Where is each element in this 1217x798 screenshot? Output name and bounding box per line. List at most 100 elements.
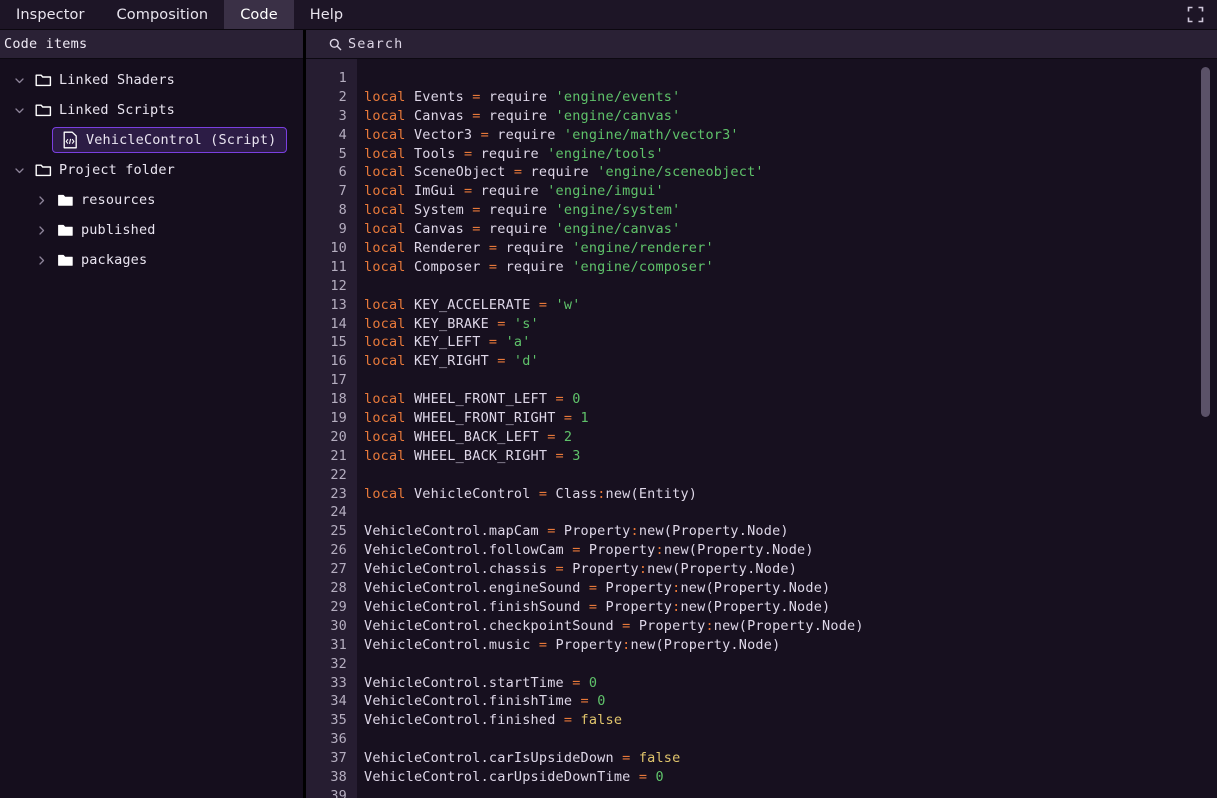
vertical-scrollbar-thumb[interactable] (1201, 67, 1210, 417)
token-id: System (406, 202, 473, 218)
token-id: VehicleControl.engineSound (364, 580, 589, 596)
code-line[interactable]: local ImGui = require 'engine/imgui' (364, 182, 1217, 201)
token-str: 'engine/math/vector3' (564, 127, 739, 143)
code-line[interactable]: local WHEEL_FRONT_LEFT = 0 (364, 390, 1217, 409)
code-line[interactable]: local WHEEL_FRONT_RIGHT = 1 (364, 409, 1217, 428)
code-line[interactable]: local WHEEL_BACK_RIGHT = 3 (364, 447, 1217, 466)
token-id (564, 391, 572, 407)
token-id: WHEEL_BACK_LEFT (406, 429, 548, 445)
token-id: Composer (406, 259, 489, 275)
tree-item-selected-highlight[interactable]: VehicleControl (Script) (52, 127, 287, 153)
tab-inspector[interactable]: Inspector (0, 0, 101, 29)
code-line[interactable]: VehicleControl.mapCam = Property:new(Pro… (364, 522, 1217, 541)
chevron-right-icon[interactable] (30, 255, 52, 266)
token-id: Renderer (406, 240, 489, 256)
tree-item-published[interactable]: published (0, 215, 303, 245)
code-line[interactable] (364, 503, 1217, 522)
token-op: = (556, 561, 564, 577)
code-line[interactable]: local Vector3 = require 'engine/math/vec… (364, 126, 1217, 145)
token-str: 'engine/composer' (572, 259, 714, 275)
chevron-down-icon[interactable] (8, 105, 30, 116)
code-line[interactable]: VehicleControl.finishTime = 0 (364, 692, 1217, 711)
code-line[interactable] (364, 466, 1217, 485)
tab-help[interactable]: Help (294, 0, 359, 29)
token-op: = (547, 429, 555, 445)
code-line[interactable]: local KEY_BRAKE = 's' (364, 315, 1217, 334)
chevron-right-icon[interactable] (30, 195, 52, 206)
token-op: = (572, 675, 580, 691)
tree-item-linked-shaders[interactable]: Linked Shaders (0, 65, 303, 95)
token-kw: local (364, 164, 406, 180)
tree-item-label: resources (78, 192, 156, 208)
tree-item-resources[interactable]: resources (0, 185, 303, 215)
line-number: 10 (306, 239, 357, 258)
code-line[interactable]: VehicleControl.carUpsideDownTime = 0 (364, 768, 1217, 787)
code-line[interactable] (364, 277, 1217, 296)
vertical-scrollbar[interactable] (1195, 59, 1217, 798)
code-items-sidebar: Code items Linked ShadersLinked ScriptsV… (0, 30, 303, 798)
editor-body: Code items Linked ShadersLinked ScriptsV… (0, 30, 1217, 798)
code-line[interactable]: local VehicleControl = Class:new(Entity) (364, 485, 1217, 504)
tree-item-linked-scripts[interactable]: Linked Scripts (0, 95, 303, 125)
code-line[interactable] (364, 730, 1217, 749)
tab-code[interactable]: Code (224, 0, 294, 29)
code-line[interactable]: local SceneObject = require 'engine/scen… (364, 163, 1217, 182)
tree-item-vehiclecontrol-script[interactable]: VehicleControl (Script) (0, 125, 303, 155)
folder-open-icon (30, 163, 56, 177)
token-id: Tools (406, 146, 464, 162)
code-text[interactable]: local Events = require 'engine/events'lo… (357, 59, 1217, 798)
token-str: 'w' (556, 297, 581, 313)
token-id: require (481, 89, 556, 105)
chevron-down-icon[interactable] (8, 75, 30, 86)
code-line[interactable]: VehicleControl.engineSound = Property:ne… (364, 579, 1217, 598)
code-line[interactable]: VehicleControl.chassis = Property:new(Pr… (364, 560, 1217, 579)
token-op: : (631, 523, 639, 539)
token-id: require (497, 259, 572, 275)
code-line[interactable]: VehicleControl.followCam = Property:new(… (364, 541, 1217, 560)
code-line[interactable]: VehicleControl.finishSound = Property:ne… (364, 598, 1217, 617)
code-line[interactable]: local Renderer = require 'engine/rendere… (364, 239, 1217, 258)
line-number: 21 (306, 447, 357, 466)
code-line[interactable]: local Composer = require 'engine/compose… (364, 258, 1217, 277)
token-str: 'engine/canvas' (556, 108, 681, 124)
tab-composition[interactable]: Composition (101, 0, 225, 29)
chevron-right-icon[interactable] (30, 225, 52, 236)
code-line[interactable]: local KEY_LEFT = 'a' (364, 333, 1217, 352)
code-line[interactable] (364, 69, 1217, 88)
line-number: 4 (306, 126, 357, 145)
code-scroll-area[interactable]: 1234567891011121314151617181920212223242… (306, 59, 1217, 798)
search-bar[interactable] (306, 30, 1217, 59)
token-id: ImGui (406, 183, 464, 199)
code-line[interactable]: local Canvas = require 'engine/canvas' (364, 220, 1217, 239)
code-line[interactable]: VehicleControl.finished = false (364, 711, 1217, 730)
tree-item-project-folder[interactable]: Project folder (0, 155, 303, 185)
code-line[interactable]: local Events = require 'engine/events' (364, 88, 1217, 107)
line-number: 34 (306, 692, 357, 711)
code-line[interactable]: local Tools = require 'engine/tools' (364, 145, 1217, 164)
token-op: = (556, 391, 564, 407)
fullscreen-expand-button[interactable] (1173, 0, 1217, 29)
token-str: 's' (514, 316, 539, 332)
tree-item-packages[interactable]: packages (0, 245, 303, 275)
code-line[interactable]: local System = require 'engine/system' (364, 201, 1217, 220)
code-line[interactable]: VehicleControl.carIsUpsideDown = false (364, 749, 1217, 768)
token-str: 'a' (506, 334, 531, 350)
token-id: new(Property.Node) (647, 561, 797, 577)
code-line[interactable]: local Canvas = require 'engine/canvas' (364, 107, 1217, 126)
code-line[interactable]: local KEY_RIGHT = 'd' (364, 352, 1217, 371)
chevron-down-icon[interactable] (8, 165, 30, 176)
code-line[interactable]: VehicleControl.startTime = 0 (364, 674, 1217, 693)
token-str: 'engine/renderer' (572, 240, 714, 256)
token-str: 'engine/canvas' (556, 221, 681, 237)
code-line[interactable] (364, 655, 1217, 674)
code-line[interactable]: local WHEEL_BACK_LEFT = 2 (364, 428, 1217, 447)
token-kw: local (364, 127, 406, 143)
code-line[interactable]: local KEY_ACCELERATE = 'w' (364, 296, 1217, 315)
token-id: VehicleControl.checkpointSound (364, 618, 622, 634)
code-line[interactable] (364, 371, 1217, 390)
search-input[interactable] (348, 36, 748, 52)
code-line[interactable] (364, 787, 1217, 798)
code-line[interactable]: VehicleControl.music = Property:new(Prop… (364, 636, 1217, 655)
code-line[interactable]: VehicleControl.checkpointSound = Propert… (364, 617, 1217, 636)
token-op: = (472, 202, 480, 218)
